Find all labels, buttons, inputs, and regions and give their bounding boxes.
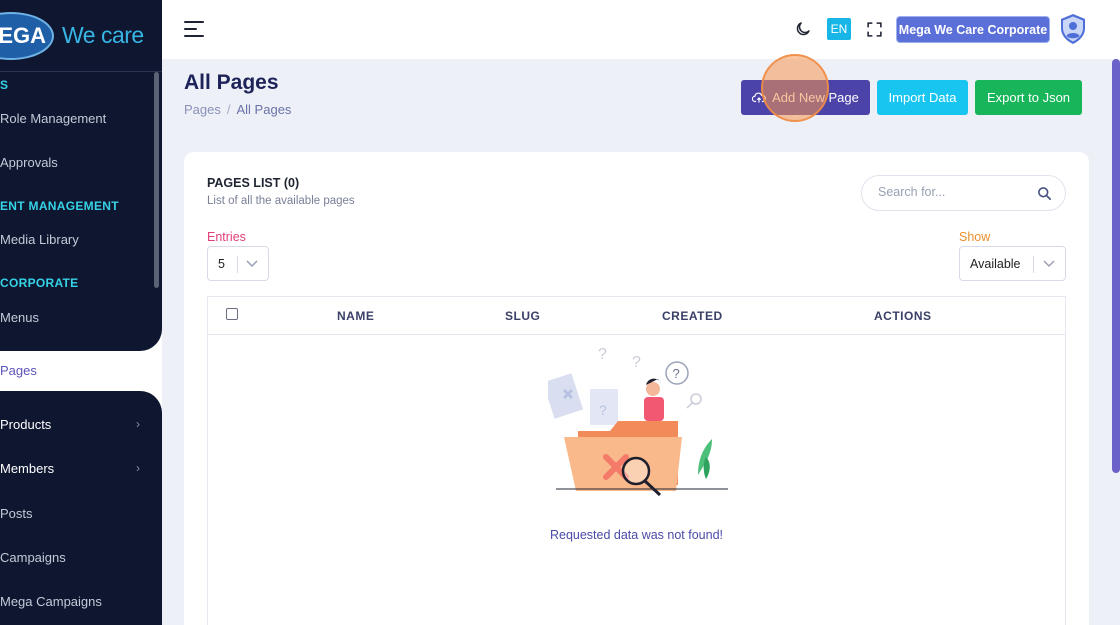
sidebar-scrollbar[interactable] [154, 72, 159, 288]
fullscreen-icon[interactable] [866, 21, 883, 38]
logo-text: We care [62, 22, 144, 48]
sidebar-item-pages[interactable]: Pages [0, 363, 37, 378]
user-avatar-shield-icon[interactable] [1060, 13, 1086, 45]
empty-state-illustration: ? ? ? ? [548, 346, 728, 497]
show-label: Show [959, 230, 991, 244]
search-box [861, 175, 1066, 211]
pages-table: NAME SLUG CREATED ACTIONS ? ? ? ? Reques… [207, 296, 1066, 625]
sidebar: EGA We care S Role Management Approvals … [0, 0, 162, 625]
sidebar-item-products[interactable]: Products [0, 417, 51, 432]
hamburger-menu-icon[interactable] [184, 21, 204, 37]
sidebar-item-mega-campaigns[interactable]: Mega Campaigns [0, 594, 102, 609]
page-scrollbar[interactable] [1112, 59, 1120, 473]
select-divider [237, 256, 238, 273]
logo[interactable]: EGA We care [0, 0, 162, 72]
import-data-button[interactable]: Import Data [877, 80, 968, 115]
breadcrumb-separator: / [226, 102, 231, 117]
column-header-actions: ACTIONS [874, 309, 932, 323]
company-switcher-button[interactable]: Mega We Care Corporate [896, 16, 1050, 43]
card-subtitle: List of all the available pages [207, 195, 355, 207]
export-to-json-button[interactable]: Export to Json [975, 80, 1082, 115]
chevron-down-icon [1043, 260, 1055, 268]
svg-text:?: ? [599, 402, 607, 418]
sidebar-section-1: S [0, 78, 9, 92]
sidebar-item-posts[interactable]: Posts [0, 506, 33, 521]
column-header-slug[interactable]: SLUG [505, 309, 540, 323]
sidebar-item-approvals[interactable]: Approvals [0, 155, 58, 170]
breadcrumb: Pages / All Pages [184, 102, 291, 117]
sidebar-item-media-library[interactable]: Media Library [0, 232, 79, 247]
breadcrumb-link-pages[interactable]: Pages [184, 102, 221, 117]
sidebar-section-content-management: ENT MANAGEMENT [0, 199, 119, 213]
breadcrumb-current: All Pages [236, 102, 292, 117]
select-all-checkbox[interactable] [226, 308, 238, 320]
sidebar-item-role-management[interactable]: Role Management [0, 111, 106, 126]
entries-value: 5 [218, 257, 225, 271]
show-select[interactable]: Available [959, 246, 1066, 281]
select-divider [1033, 256, 1034, 273]
entries-label: Entries [207, 230, 246, 244]
pages-list-card: PAGES LIST (0) List of all the available… [184, 152, 1089, 625]
page-title: All Pages [184, 71, 279, 94]
sidebar-bottom-panel: Products › Members › Posts Campaigns Meg… [0, 391, 162, 625]
sidebar-section-corporate: CORPORATE [0, 276, 79, 290]
sidebar-item-members[interactable]: Members [0, 461, 54, 476]
entries-select[interactable]: 5 [207, 246, 269, 281]
logo-mark: EGA [0, 12, 54, 60]
svg-text:?: ? [598, 346, 607, 363]
top-header: EN Mega We Care Corporate [162, 0, 1120, 59]
chevron-right-icon: › [136, 417, 140, 431]
empty-state-message: Requested data was not found! [549, 528, 724, 542]
sidebar-item-campaigns[interactable]: Campaigns [0, 550, 66, 565]
search-icon[interactable] [1037, 186, 1052, 201]
show-value: Available [970, 257, 1021, 271]
chevron-right-icon: › [136, 461, 140, 475]
dark-mode-moon-icon[interactable] [794, 20, 812, 38]
sidebar-item-menus[interactable]: Menus [0, 310, 39, 325]
column-header-name[interactable]: NAME [337, 309, 374, 323]
click-indicator [761, 54, 829, 122]
search-input[interactable] [878, 185, 1028, 199]
chevron-down-icon [246, 260, 258, 268]
sidebar-top-panel: EGA We care S Role Management Approvals … [0, 0, 162, 351]
language-button[interactable]: EN [827, 18, 851, 40]
svg-text:?: ? [632, 354, 641, 371]
card-title: PAGES LIST (0) [207, 176, 300, 190]
svg-text:?: ? [673, 366, 680, 381]
